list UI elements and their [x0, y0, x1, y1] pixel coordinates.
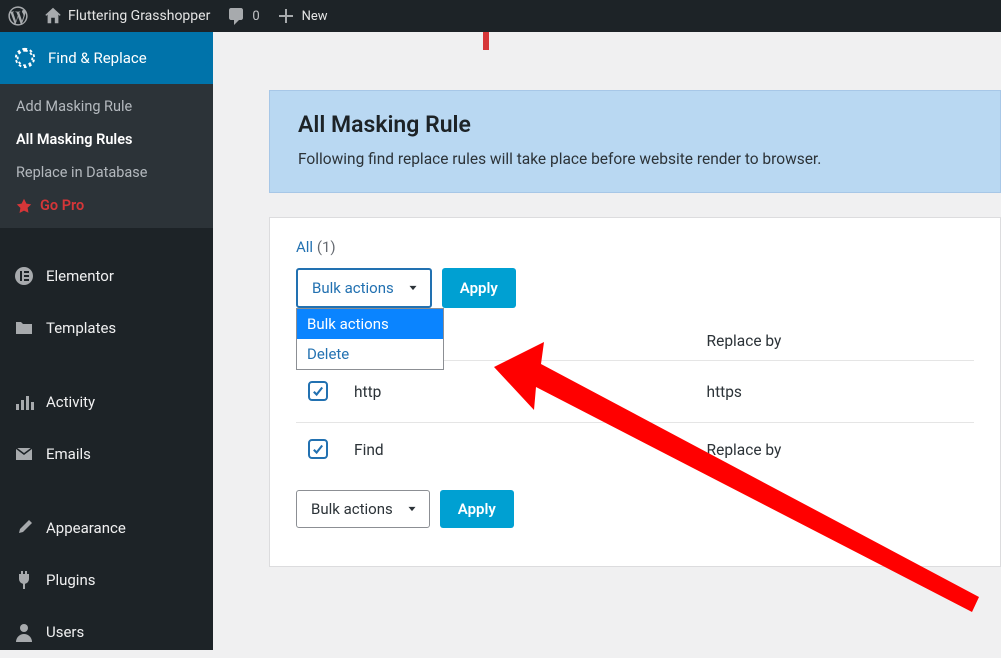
apply-button-bottom[interactable]: Apply [440, 490, 514, 528]
new-content-link[interactable]: New [268, 0, 336, 32]
sidebar-sub-go-pro[interactable]: Go Pro [0, 189, 213, 222]
comments-link[interactable]: 0 [218, 0, 267, 32]
sidebar-sub-replace-db[interactable]: Replace in Database [0, 156, 213, 189]
brush-icon [14, 518, 34, 538]
home-icon [44, 7, 62, 25]
wp-logo[interactable] [0, 0, 36, 32]
sidebar-item-templates[interactable]: Templates [0, 302, 213, 354]
activity-icon [14, 392, 34, 412]
apply-button-top[interactable]: Apply [442, 268, 516, 308]
bulk-actions-bottom: Bulk actions Apply [296, 490, 974, 528]
plugin-icon [14, 570, 34, 590]
email-icon [14, 444, 34, 464]
tab-all[interactable]: All [296, 238, 313, 256]
footer-find[interactable]: Find [342, 423, 695, 477]
user-icon [14, 622, 34, 642]
new-label: New [302, 9, 328, 24]
sidebar-submenu: Add Masking Rule All Masking Rules Repla… [0, 84, 213, 228]
check-icon [311, 442, 325, 456]
content-area: All Masking Rule Following find replace … [213, 32, 1001, 650]
page-title: All Masking Rule [298, 111, 972, 138]
sidebar-item-find-replace[interactable]: Find & Replace [0, 32, 213, 84]
column-replace: Replace by [695, 322, 974, 361]
admin-toolbar: Fluttering Grasshopper 0 New [0, 0, 1001, 32]
rules-panel: All (1) Bulk actions Bulk actions Delete… [269, 217, 1001, 567]
admin-sidebar: Find & Replace Add Masking Rule All Mask… [0, 32, 213, 650]
site-home-link[interactable]: Fluttering Grasshopper [36, 0, 218, 32]
bulk-select-button[interactable]: Bulk actions [296, 268, 432, 308]
comment-icon [226, 6, 246, 26]
bulk-select-top[interactable]: Bulk actions Bulk actions Delete [296, 268, 432, 308]
bulk-select-bottom[interactable]: Bulk actions [296, 490, 430, 528]
star-icon [16, 198, 32, 214]
sidebar-item-appearance[interactable]: Appearance [0, 502, 213, 554]
sidebar-current-label: Find & Replace [48, 49, 147, 67]
bulk-option-bulk-actions[interactable]: Bulk actions [297, 309, 443, 339]
check-icon [311, 384, 325, 398]
folder-icon [14, 318, 34, 338]
bulk-dropdown: Bulk actions Delete [296, 308, 444, 370]
footer-replace[interactable]: Replace by [695, 423, 974, 477]
plus-icon [276, 6, 296, 26]
page-notice: All Masking Rule Following find replace … [269, 90, 1001, 193]
row-checkbox[interactable] [308, 381, 328, 401]
filter-tabs: All (1) [296, 238, 974, 256]
select-all-footer[interactable] [308, 439, 328, 459]
find-replace-icon [14, 47, 36, 69]
update-marker [483, 32, 489, 50]
sidebar-item-users[interactable]: Users [0, 606, 213, 658]
sidebar-item-activity[interactable]: Activity [0, 376, 213, 428]
elementor-icon [14, 266, 34, 286]
chevron-down-icon [406, 281, 420, 295]
sidebar-sub-add-rule[interactable]: Add Masking Rule [0, 90, 213, 123]
sidebar-item-emails[interactable]: Emails [0, 428, 213, 480]
sidebar-item-elementor[interactable]: Elementor [0, 250, 213, 302]
page-subtitle: Following find replace rules will take p… [298, 150, 972, 168]
bulk-actions-top: Bulk actions Bulk actions Delete Apply [296, 268, 974, 308]
site-title: Fluttering Grasshopper [68, 8, 210, 24]
tab-all-count: (1) [317, 238, 336, 256]
row-replace-value: https [695, 361, 974, 423]
bulk-option-delete[interactable]: Delete [297, 339, 443, 369]
sidebar-sub-all-rules[interactable]: All Masking Rules [0, 123, 213, 156]
comment-count: 0 [252, 9, 259, 24]
sidebar-item-plugins[interactable]: Plugins [0, 554, 213, 606]
chevron-down-icon [405, 502, 419, 516]
